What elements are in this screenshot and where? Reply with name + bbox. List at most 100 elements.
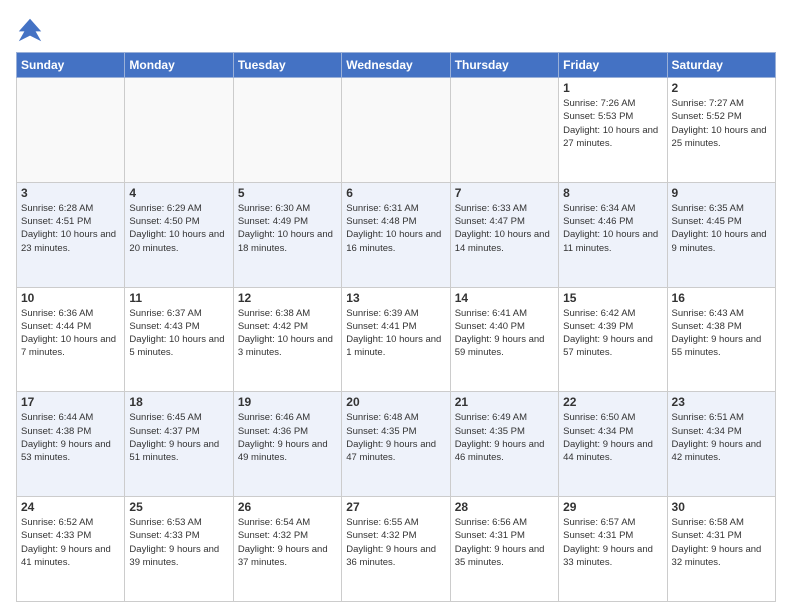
day-number: 10 (21, 291, 120, 305)
calendar-cell: 24 Sunrise: 6:52 AM Sunset: 4:33 PM Dayli… (17, 497, 125, 602)
day-info: Sunrise: 6:43 AM Sunset: 4:38 PM Dayligh… (672, 307, 771, 360)
calendar-cell: 22 Sunrise: 6:50 AM Sunset: 4:34 PM Dayli… (559, 392, 667, 497)
day-info: Sunrise: 6:57 AM Sunset: 4:31 PM Dayligh… (563, 516, 662, 569)
day-info: Sunrise: 6:39 AM Sunset: 4:41 PM Dayligh… (346, 307, 445, 360)
day-info: Sunrise: 6:33 AM Sunset: 4:47 PM Dayligh… (455, 202, 554, 255)
calendar-week-4: 17 Sunrise: 6:44 AM Sunset: 4:38 PM Dayli… (17, 392, 776, 497)
day-info: Sunrise: 6:49 AM Sunset: 4:35 PM Dayligh… (455, 411, 554, 464)
day-number: 11 (129, 291, 228, 305)
day-number: 29 (563, 500, 662, 514)
logo (16, 16, 48, 44)
calendar-cell: 2 Sunrise: 7:27 AM Sunset: 5:52 PM Daylig… (667, 78, 775, 183)
day-info: Sunrise: 6:31 AM Sunset: 4:48 PM Dayligh… (346, 202, 445, 255)
calendar-cell: 1 Sunrise: 7:26 AM Sunset: 5:53 PM Daylig… (559, 78, 667, 183)
day-number: 8 (563, 186, 662, 200)
day-info: Sunrise: 6:50 AM Sunset: 4:34 PM Dayligh… (563, 411, 662, 464)
day-number: 23 (672, 395, 771, 409)
day-number: 22 (563, 395, 662, 409)
day-number: 24 (21, 500, 120, 514)
calendar-cell: 30Sunrise: 6:58 AM Sunset: 4:31 PM Dayli… (667, 497, 775, 602)
day-number: 26 (238, 500, 337, 514)
calendar-cell: 27 Sunrise: 6:55 AM Sunset: 4:32 PM Dayli… (342, 497, 450, 602)
day-number: 18 (129, 395, 228, 409)
calendar-cell: 25Sunrise: 6:53 AM Sunset: 4:33 PM Dayli… (125, 497, 233, 602)
day-info: Sunrise: 7:26 AM Sunset: 5:53 PM Dayligh… (563, 97, 662, 150)
day-number: 16 (672, 291, 771, 305)
calendar-cell: 14 Sunrise: 6:41 AM Sunset: 4:40 PM Dayli… (450, 287, 558, 392)
day-number: 12 (238, 291, 337, 305)
calendar-header: SundayMondayTuesdayWednesdayThursdayFrid… (17, 53, 776, 78)
day-info: Sunrise: 6:45 AM Sunset: 4:37 PM Dayligh… (129, 411, 228, 464)
calendar-cell: 17 Sunrise: 6:44 AM Sunset: 4:38 PM Dayli… (17, 392, 125, 497)
day-number: 28 (455, 500, 554, 514)
calendar-cell: 11 Sunrise: 6:37 AM Sunset: 4:43 PM Dayli… (125, 287, 233, 392)
day-info: Sunrise: 6:34 AM Sunset: 4:46 PM Dayligh… (563, 202, 662, 255)
calendar-week-3: 10 Sunrise: 6:36 AM Sunset: 4:44 PM Dayli… (17, 287, 776, 392)
day-number: 27 (346, 500, 445, 514)
day-info: Sunrise: 6:30 AM Sunset: 4:49 PM Dayligh… (238, 202, 337, 255)
day-number: 17 (21, 395, 120, 409)
calendar-cell: 29 Sunrise: 6:57 AM Sunset: 4:31 PM Dayli… (559, 497, 667, 602)
day-info: Sunrise: 6:58 AM Sunset: 4:31 PM Dayligh… (672, 516, 771, 569)
calendar-cell: 8 Sunrise: 6:34 AM Sunset: 4:46 PM Daylig… (559, 182, 667, 287)
day-info: Sunrise: 6:42 AM Sunset: 4:39 PM Dayligh… (563, 307, 662, 360)
day-info: Sunrise: 6:46 AM Sunset: 4:36 PM Dayligh… (238, 411, 337, 464)
calendar: SundayMondayTuesdayWednesdayThursdayFrid… (16, 52, 776, 602)
day-info: Sunrise: 6:54 AM Sunset: 4:32 PM Dayligh… (238, 516, 337, 569)
calendar-cell: 7Sunrise: 6:33 AM Sunset: 4:47 PM Daylig… (450, 182, 558, 287)
calendar-cell: 21 Sunrise: 6:49 AM Sunset: 4:35 PM Dayli… (450, 392, 558, 497)
calendar-cell: 10 Sunrise: 6:36 AM Sunset: 4:44 PM Dayli… (17, 287, 125, 392)
day-number: 2 (672, 81, 771, 95)
day-number: 15 (563, 291, 662, 305)
calendar-cell: 28Sunrise: 6:56 AM Sunset: 4:31 PM Dayli… (450, 497, 558, 602)
day-info: Sunrise: 6:55 AM Sunset: 4:32 PM Dayligh… (346, 516, 445, 569)
weekday-header-friday: Friday (559, 53, 667, 78)
calendar-cell: 3 Sunrise: 6:28 AM Sunset: 4:51 PM Daylig… (17, 182, 125, 287)
calendar-cell: 16 Sunrise: 6:43 AM Sunset: 4:38 PM Dayli… (667, 287, 775, 392)
weekday-header-row: SundayMondayTuesdayWednesdayThursdayFrid… (17, 53, 776, 78)
logo-icon (16, 16, 44, 44)
calendar-cell: 19Sunrise: 6:46 AM Sunset: 4:36 PM Dayli… (233, 392, 341, 497)
day-number: 3 (21, 186, 120, 200)
day-info: Sunrise: 6:52 AM Sunset: 4:33 PM Dayligh… (21, 516, 120, 569)
header (16, 16, 776, 44)
weekday-header-tuesday: Tuesday (233, 53, 341, 78)
day-number: 14 (455, 291, 554, 305)
calendar-cell: 12 Sunrise: 6:38 AM Sunset: 4:42 PM Dayli… (233, 287, 341, 392)
calendar-cell: 5Sunrise: 6:30 AM Sunset: 4:49 PM Daylig… (233, 182, 341, 287)
calendar-cell: 9 Sunrise: 6:35 AM Sunset: 4:45 PM Daylig… (667, 182, 775, 287)
day-number: 21 (455, 395, 554, 409)
page: SundayMondayTuesdayWednesdayThursdayFrid… (0, 0, 792, 612)
day-number: 9 (672, 186, 771, 200)
weekday-header-thursday: Thursday (450, 53, 558, 78)
day-info: Sunrise: 6:37 AM Sunset: 4:43 PM Dayligh… (129, 307, 228, 360)
calendar-cell (450, 78, 558, 183)
weekday-header-monday: Monday (125, 53, 233, 78)
calendar-cell: 23 Sunrise: 6:51 AM Sunset: 4:34 PM Dayli… (667, 392, 775, 497)
weekday-header-wednesday: Wednesday (342, 53, 450, 78)
day-number: 6 (346, 186, 445, 200)
calendar-cell (125, 78, 233, 183)
day-info: Sunrise: 6:44 AM Sunset: 4:38 PM Dayligh… (21, 411, 120, 464)
day-info: Sunrise: 6:51 AM Sunset: 4:34 PM Dayligh… (672, 411, 771, 464)
calendar-cell (17, 78, 125, 183)
calendar-cell (233, 78, 341, 183)
day-info: Sunrise: 6:28 AM Sunset: 4:51 PM Dayligh… (21, 202, 120, 255)
calendar-cell: 26 Sunrise: 6:54 AM Sunset: 4:32 PM Dayli… (233, 497, 341, 602)
day-info: Sunrise: 6:35 AM Sunset: 4:45 PM Dayligh… (672, 202, 771, 255)
calendar-cell: 4 Sunrise: 6:29 AM Sunset: 4:50 PM Daylig… (125, 182, 233, 287)
day-info: Sunrise: 6:36 AM Sunset: 4:44 PM Dayligh… (21, 307, 120, 360)
day-number: 4 (129, 186, 228, 200)
day-info: Sunrise: 7:27 AM Sunset: 5:52 PM Dayligh… (672, 97, 771, 150)
day-info: Sunrise: 6:48 AM Sunset: 4:35 PM Dayligh… (346, 411, 445, 464)
calendar-cell (342, 78, 450, 183)
day-number: 20 (346, 395, 445, 409)
day-info: Sunrise: 6:41 AM Sunset: 4:40 PM Dayligh… (455, 307, 554, 360)
weekday-header-saturday: Saturday (667, 53, 775, 78)
day-number: 13 (346, 291, 445, 305)
day-info: Sunrise: 6:29 AM Sunset: 4:50 PM Dayligh… (129, 202, 228, 255)
day-info: Sunrise: 6:38 AM Sunset: 4:42 PM Dayligh… (238, 307, 337, 360)
calendar-week-1: 1 Sunrise: 7:26 AM Sunset: 5:53 PM Daylig… (17, 78, 776, 183)
day-number: 1 (563, 81, 662, 95)
day-info: Sunrise: 6:53 AM Sunset: 4:33 PM Dayligh… (129, 516, 228, 569)
